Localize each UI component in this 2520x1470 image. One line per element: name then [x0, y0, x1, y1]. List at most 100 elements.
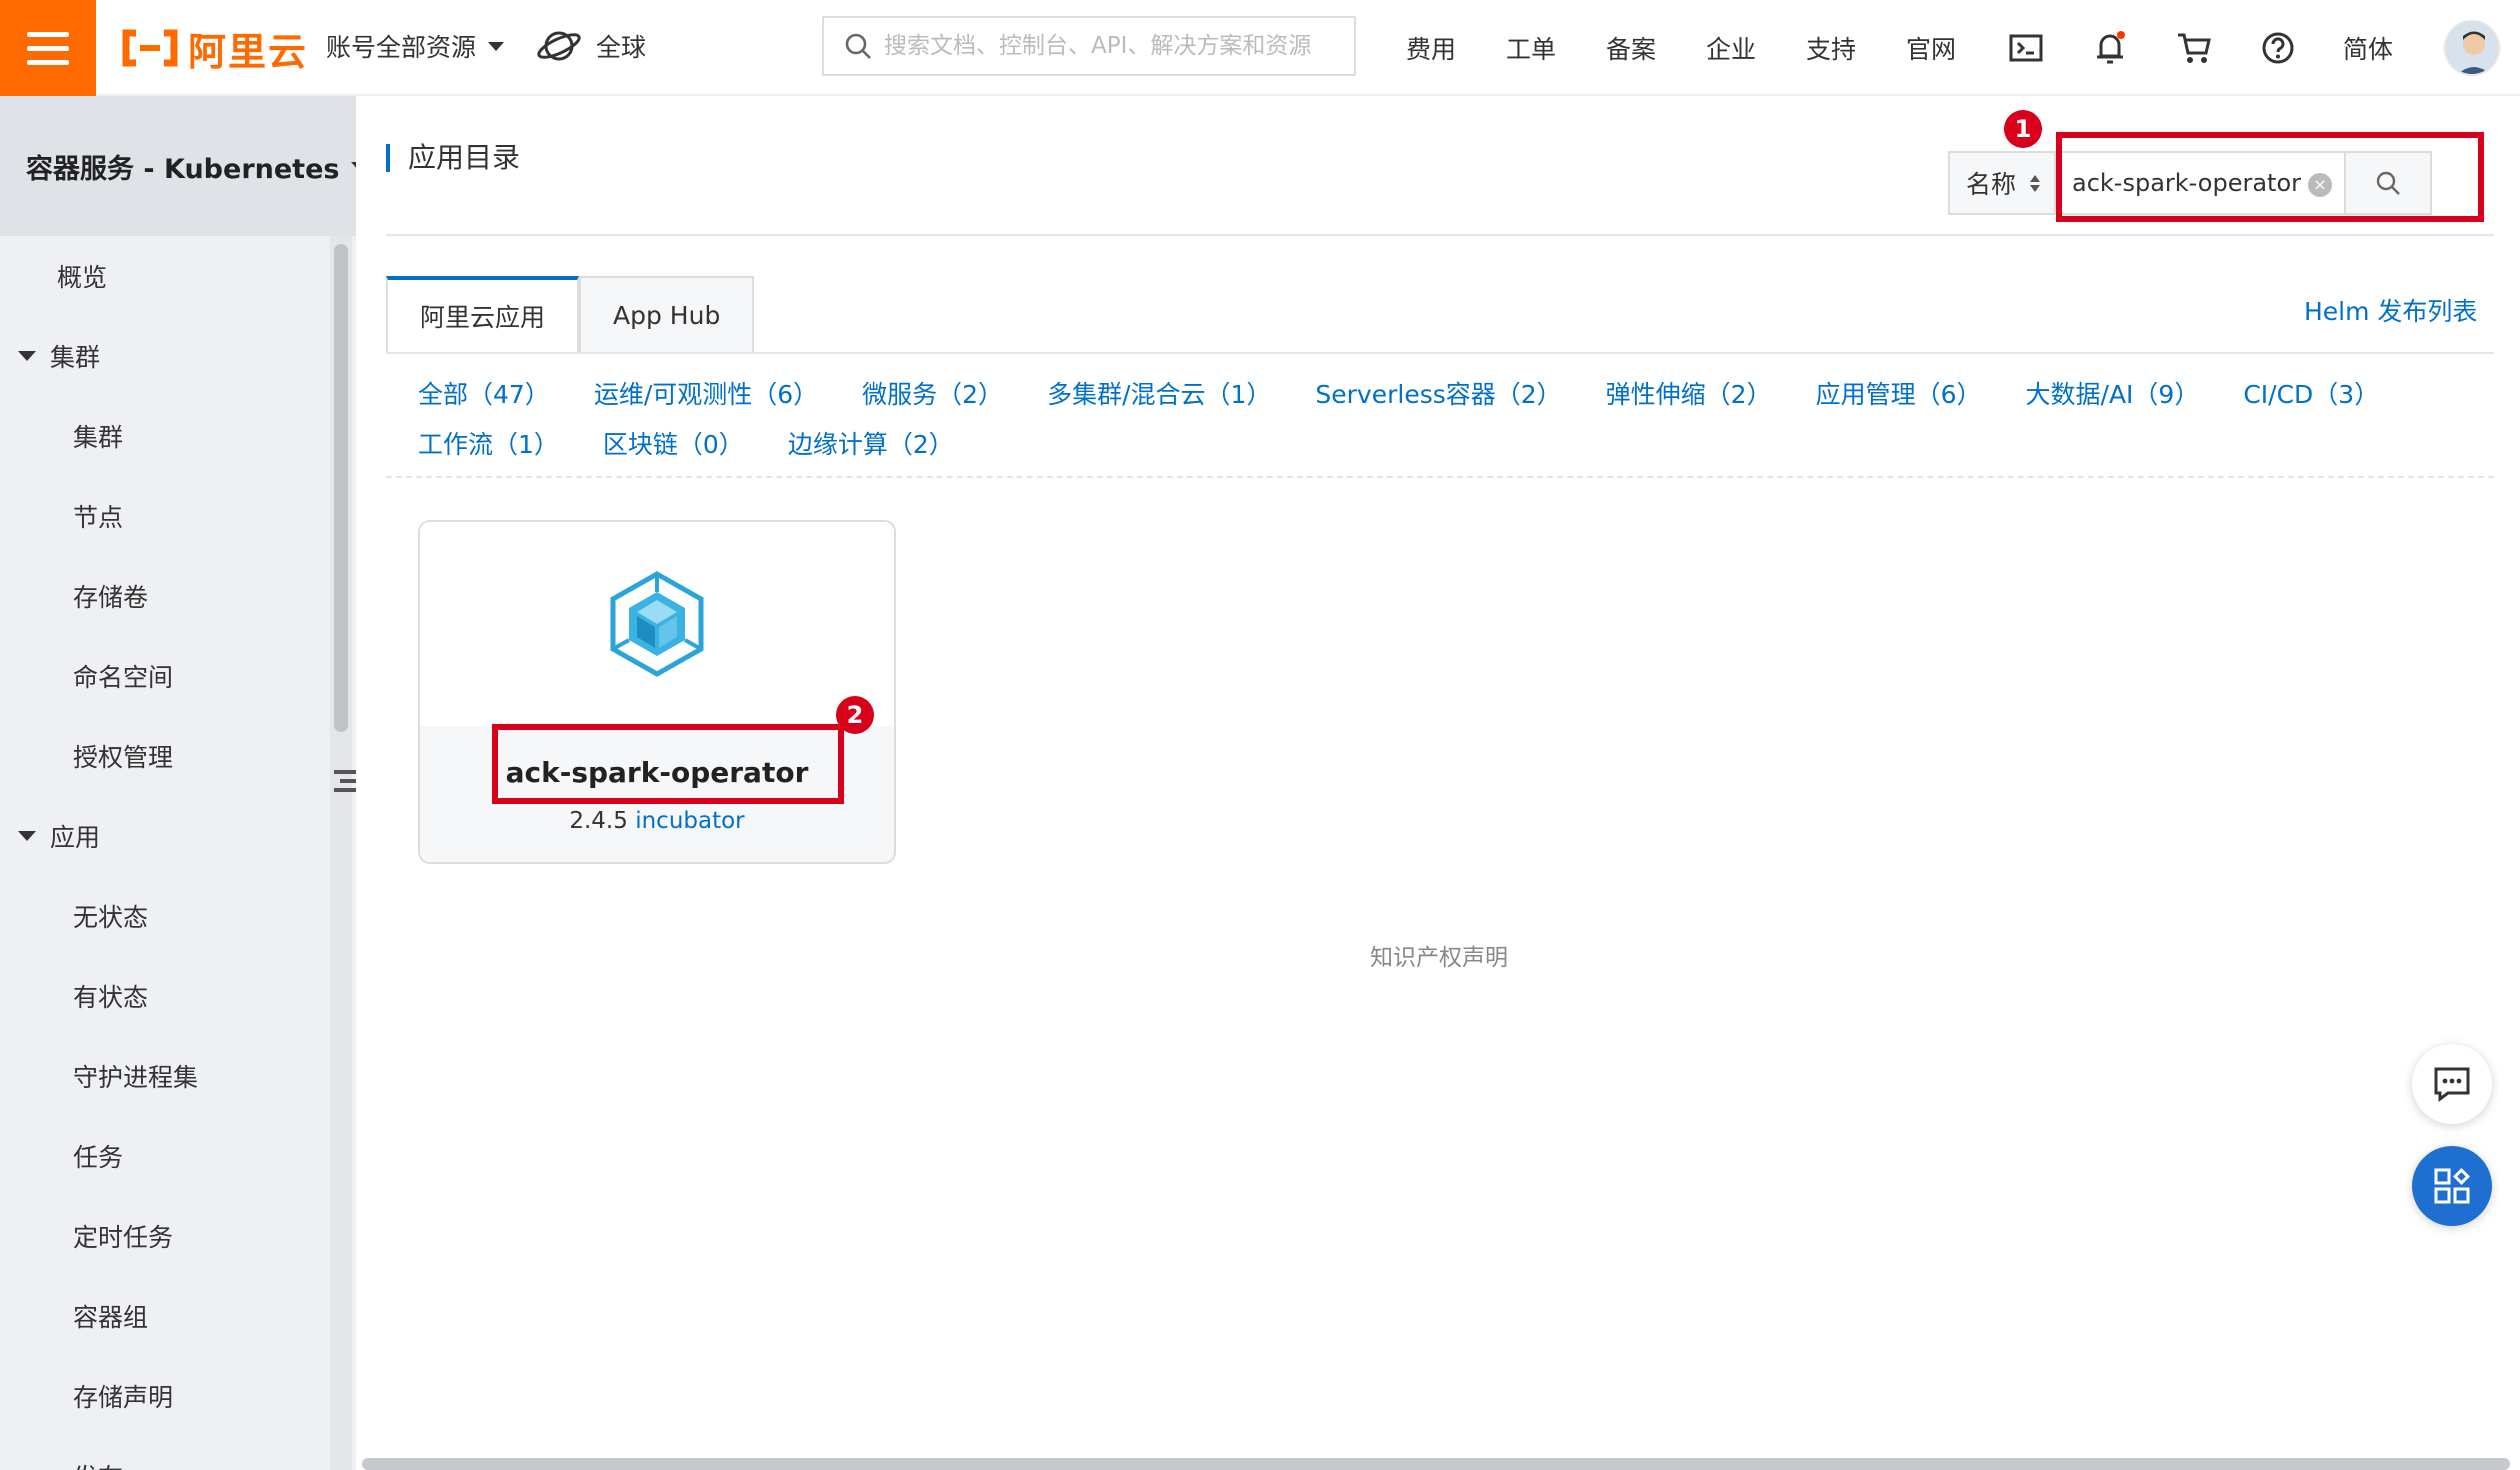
category-workflow[interactable]: 工作流（1）: [418, 428, 559, 462]
collapse-sidebar-icon[interactable]: [334, 770, 356, 800]
highlight-box-search: [2056, 132, 2484, 222]
chevron-down-icon: [351, 161, 356, 171]
category-divider: [386, 476, 2494, 478]
sidebar-item-jobs[interactable]: 任务: [0, 1116, 356, 1196]
tab-app-hub[interactable]: App Hub: [579, 276, 755, 354]
aliyun-logo[interactable]: 阿里云: [122, 25, 308, 74]
helm-chart-cube-icon: [610, 571, 704, 677]
sidebar-item-label: 集群: [73, 423, 124, 452]
category-all[interactable]: 全部（47）: [418, 378, 550, 412]
global-search-input[interactable]: [884, 33, 1344, 59]
category-edge[interactable]: 边缘计算（2）: [788, 428, 954, 462]
sidebar-item-label: 应用: [50, 823, 101, 852]
nav-link-enterprise[interactable]: 企业: [1706, 30, 1806, 66]
help-icon[interactable]: [2256, 26, 2300, 70]
sort-arrows-icon: [2030, 174, 2041, 192]
category-serverless[interactable]: Serverless容器（2）: [1315, 378, 1561, 412]
nav-link-support[interactable]: 支持: [1806, 30, 1906, 66]
sidebar-item-deployments[interactable]: 无状态: [0, 876, 356, 956]
sidebar-item-authorization[interactable]: 授权管理: [0, 716, 356, 796]
sidebar-item-label: 任务: [73, 1143, 124, 1172]
product-switcher[interactable]: 容器服务 - Kubernetes: [0, 96, 356, 236]
sidebar-item-volumes[interactable]: 存储卷: [0, 556, 356, 636]
globe-icon: [537, 31, 581, 61]
sidebar-item-clusters[interactable]: 集群: [0, 396, 356, 476]
aliyun-logo-icon: [122, 29, 178, 67]
app-card-icon-area: [420, 522, 894, 726]
logo-text: 阿里云: [188, 29, 309, 74]
ip-statement-link[interactable]: 知识产权声明: [1370, 938, 1508, 972]
category-filters: 全部（47） 运维/可观测性（6） 微服务（2） 多集群/混合云（1） Serv…: [418, 378, 2478, 462]
horizontal-scrollbar[interactable]: [362, 1458, 2510, 1470]
sidebar-item-releases[interactable]: 发布: [0, 1436, 356, 1470]
grid-apps-icon: [2434, 1168, 2470, 1204]
sidebar-item-statefulsets[interactable]: 有状态: [0, 956, 356, 1036]
category-app-management[interactable]: 应用管理（6）: [1816, 378, 1982, 412]
sidebar-item-daemonsets[interactable]: 守护进程集: [0, 1036, 356, 1116]
tabs-divider: [386, 352, 2494, 354]
region-selector[interactable]: 全球: [536, 26, 646, 66]
top-icon-group: [2004, 26, 2300, 70]
search-field-select[interactable]: 名称: [1948, 151, 2054, 215]
terminal-icon[interactable]: [2004, 26, 2048, 70]
cart-icon[interactable]: [2172, 26, 2216, 70]
sidebar-item-namespaces[interactable]: 命名空间: [0, 636, 356, 716]
tab-aliyun-apps[interactable]: 阿里云应用: [386, 276, 580, 354]
category-autoscaling[interactable]: 弹性伸缩（2）: [1606, 378, 1772, 412]
resource-selector-label: 账号全部资源: [326, 33, 477, 62]
global-search[interactable]: [822, 16, 1356, 76]
sidebar-item-label: 集群: [50, 343, 101, 372]
sidebar-item-overview[interactable]: 概览: [0, 236, 356, 316]
sidebar-item-label: 存储卷: [73, 583, 149, 612]
resource-selector[interactable]: 账号全部资源: [326, 28, 505, 64]
sidebar-item-label: 授权管理: [73, 743, 174, 772]
step-badge-2: 2: [836, 696, 874, 734]
category-cicd[interactable]: CI/CD（3）: [2243, 378, 2379, 412]
helm-releases-link[interactable]: Helm 发布列表: [2304, 292, 2477, 328]
app-card-ack-spark-operator[interactable]: ack-spark-operator 2.4.5 incubator: [418, 520, 896, 864]
chat-float-button[interactable]: [2412, 1044, 2492, 1124]
app-card-version: 2.4.5: [569, 808, 628, 834]
search-icon: [845, 33, 871, 59]
page-title: 应用目录: [386, 144, 520, 172]
category-multi-cluster[interactable]: 多集群/混合云（1）: [1047, 378, 1271, 412]
avatar[interactable]: [2444, 20, 2500, 76]
main-content: 应用目录 名称 × 1 阿里云应用 App Hub Helm 发布列表 全部（4…: [358, 96, 2520, 1470]
sidebar: 容器服务 - Kubernetes 概览 集群 集群 节点 存储卷 命名空间 授…: [0, 96, 356, 1470]
language-switch[interactable]: 简体: [2343, 30, 2393, 66]
sidebar-item-pvcs[interactable]: 存储声明: [0, 1356, 356, 1436]
region-label: 全球: [596, 33, 647, 62]
sidebar-item-label: 节点: [73, 503, 124, 532]
sidebar-scrollbar-thumb[interactable]: [334, 244, 348, 732]
apps-float-button[interactable]: [2412, 1146, 2492, 1226]
hamburger-menu-icon[interactable]: [0, 0, 96, 96]
category-bigdata-ai[interactable]: 大数据/AI（9）: [2026, 378, 2200, 412]
catalog-tabs: 阿里云应用 App Hub: [386, 276, 755, 354]
sidebar-item-label: 存储声明: [73, 1383, 174, 1412]
sidebar-item-cronjobs[interactable]: 定时任务: [0, 1196, 356, 1276]
category-blockchain[interactable]: 区块链（0）: [603, 428, 744, 462]
sidebar-item-label: 有状态: [73, 983, 149, 1012]
caret-down-icon: [18, 831, 36, 841]
app-card-repo[interactable]: incubator: [635, 808, 744, 834]
sidebar-group-applications[interactable]: 应用: [0, 796, 356, 876]
sidebar-item-nodes[interactable]: 节点: [0, 476, 356, 556]
sidebar-item-label: 守护进程集: [73, 1063, 199, 1092]
sidebar-item-label: 容器组: [73, 1303, 149, 1332]
sidebar-item-label: 无状态: [73, 903, 149, 932]
highlight-box-card: [492, 724, 844, 804]
nav-link-website[interactable]: 官网: [1906, 30, 2006, 66]
sidebar-item-pods[interactable]: 容器组: [0, 1276, 356, 1356]
category-observability[interactable]: 运维/可观测性（6）: [594, 378, 818, 412]
sidebar-item-label: 发布: [73, 1458, 123, 1470]
chat-icon: [2434, 1067, 2470, 1102]
nav-link-icp[interactable]: 备案: [1606, 30, 1706, 66]
nav-link-tickets[interactable]: 工单: [1506, 30, 1606, 66]
sidebar-item-label: 概览: [57, 263, 108, 292]
nav-link-fees[interactable]: 费用: [1406, 30, 1506, 66]
chevron-down-icon: [488, 41, 505, 51]
category-microservices[interactable]: 微服务（2）: [862, 378, 1003, 412]
bell-icon[interactable]: [2088, 26, 2132, 70]
sidebar-menu: 概览 集群 集群 节点 存储卷 命名空间 授权管理 应用 无状态 有状态 守护进…: [0, 236, 356, 1470]
sidebar-group-clusters[interactable]: 集群: [0, 316, 356, 396]
